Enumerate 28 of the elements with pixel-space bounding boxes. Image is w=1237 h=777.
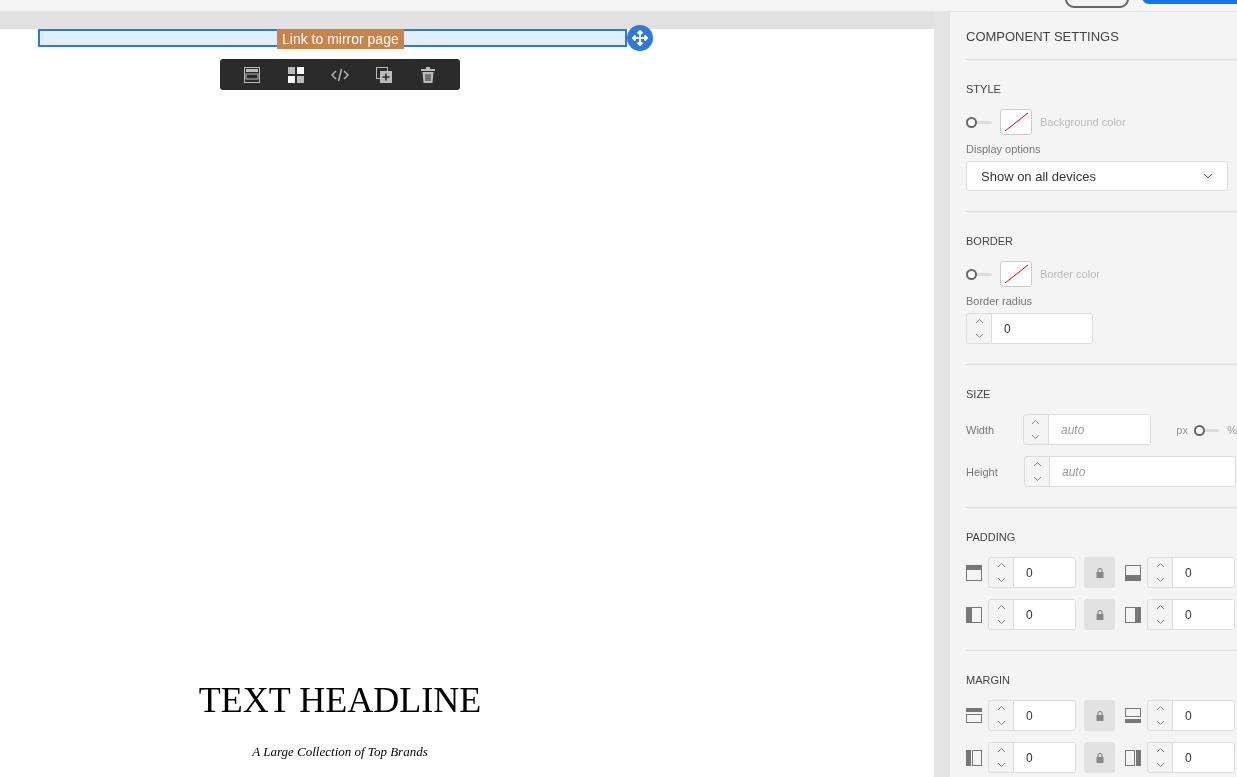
section-heading: SIZE [966, 388, 992, 400]
unit-label: % [1227, 423, 1237, 436]
section-heading: STYLE [966, 83, 1002, 95]
field-label: Display options [966, 143, 1042, 155]
section-heading: BORDER [966, 235, 1015, 247]
number-field[interactable]: 0 [1147, 700, 1235, 731]
field-label: Border radius [966, 295, 1034, 307]
number-field[interactable]: 0 [966, 313, 1093, 344]
number-field[interactable]: 0 [988, 557, 1076, 588]
number-field[interactable]: 0 [988, 599, 1076, 630]
field-label: Height [966, 465, 999, 478]
field-label: Border color [1040, 268, 1100, 280]
subheadline: A Large Collection of Top Brands [251, 744, 429, 760]
number-field[interactable]: 0 [1147, 599, 1235, 630]
panel-title: COMPONENT SETTINGS [966, 12, 1237, 60]
number-field[interactable]: 0 [1147, 557, 1235, 588]
number-field[interactable]: 0 [988, 742, 1076, 773]
headline: TEXT HEADLINE [197, 679, 483, 721]
display-dropdown[interactable]: Show on all devices [966, 161, 1228, 191]
number-field[interactable]: 0 [988, 700, 1076, 731]
section-heading: PADDING [966, 531, 1017, 543]
field-label: Width [966, 423, 996, 436]
section-heading: MARGIN [966, 674, 1011, 686]
number-field[interactable]: auto [1023, 414, 1151, 445]
unit-label: px [1176, 423, 1188, 436]
component-label: Link to mirror page [277, 29, 404, 49]
number-field[interactable]: 0 [1147, 742, 1235, 773]
number-field[interactable]: auto [1024, 456, 1236, 487]
